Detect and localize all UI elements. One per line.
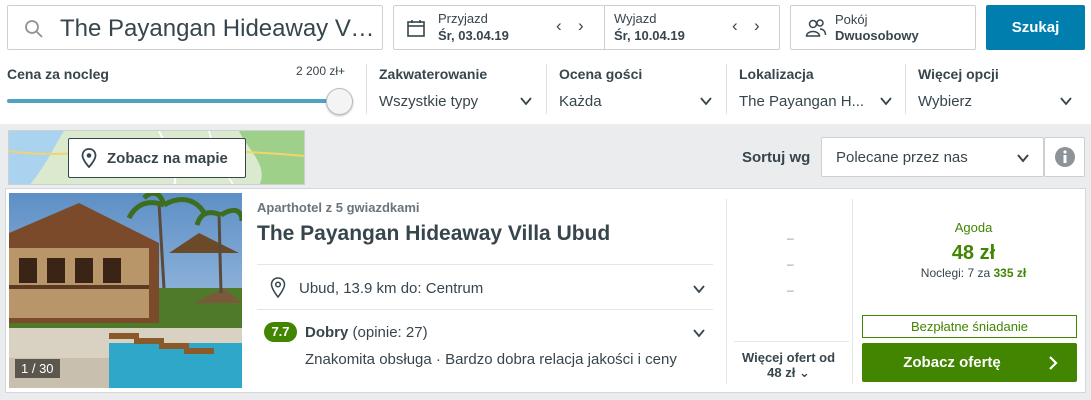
info-icon [1055, 147, 1075, 167]
price-max-label: 2 200 zł+ [296, 64, 346, 78]
sort-label: Sortuj wg [742, 149, 811, 166]
checkin-label: Przyjazd [438, 11, 488, 26]
stay-total-prefix: Noclegi: 7 za [920, 266, 991, 280]
accommodation-type: Aparthotel z 5 gwiazdkami [257, 200, 420, 215]
see-on-map-label: Zobacz na mapie [107, 150, 228, 167]
column-divider [726, 199, 727, 384]
location-pin-icon [270, 277, 286, 298]
filter-header: The Payangan Hideaway Villa Ubud Przyjaz… [0, 0, 1091, 124]
guests-icon [805, 19, 827, 37]
divider [257, 309, 713, 310]
see-offer-label: Zobacz ofertę [903, 354, 1001, 371]
hotel-photo[interactable]: 1 / 30 [9, 193, 242, 388]
price-slider-handle[interactable] [326, 88, 353, 115]
date-picker[interactable]: Przyjazd Śr, 03.04.19 ‹ › Wyjazd Śr, 10.… [393, 5, 780, 50]
more-offers-price: 48 zł [767, 365, 796, 380]
chevron-down-icon: ⌄ [798, 365, 810, 380]
accommodation-filter-value[interactable]: Wszystkie typy [379, 93, 478, 110]
see-on-map-button[interactable]: Zobacz na mapie [68, 138, 246, 178]
sort-value: Polecane przez nas [836, 149, 968, 166]
price-slider-track[interactable] [7, 99, 339, 103]
alt-price: – [787, 283, 794, 297]
room-value: Dwuosobowy [835, 28, 919, 43]
chevron-down-icon[interactable] [519, 94, 533, 108]
filter-divider [905, 64, 906, 114]
divider [734, 341, 849, 342]
see-offer-button[interactable]: Zobacz ofertę [862, 343, 1077, 382]
search-icon [25, 20, 43, 38]
room-label: Pokój [835, 12, 868, 27]
nightly-price[interactable]: 48 zł [862, 242, 1085, 265]
chevron-down-icon[interactable] [692, 326, 706, 340]
provider-name[interactable]: Agoda [862, 220, 1085, 235]
calendar-icon [407, 20, 425, 37]
price-filter-label: Cena za nocleg [7, 66, 109, 82]
destination-search-field[interactable]: The Payangan Hideaway Villa Ubud [7, 5, 383, 50]
checkin-next-icon[interactable]: › [578, 16, 584, 36]
stay-total-price: 335 zł [993, 266, 1027, 280]
location-filter-label: Lokalizacja [739, 66, 814, 82]
column-divider [852, 199, 853, 384]
filter-divider [726, 64, 727, 114]
divider [257, 264, 713, 265]
stay-total: Noclegi: 7 za 335 zł [862, 266, 1085, 280]
more-offers-link[interactable]: Więcej ofert od 48 zł ⌄ [728, 350, 849, 380]
hotel-result-card: 1 / 30 Aparthotel z 5 gwiazdkami The Pay… [5, 188, 1086, 393]
more-filter-label: Więcej opcji [918, 66, 999, 82]
checkout-label: Wyjazd [614, 11, 657, 26]
hotel-location[interactable]: Ubud, 13.9 km do: Centrum [299, 280, 483, 297]
alt-price: – [787, 231, 794, 245]
chevron-right-icon [1049, 356, 1058, 370]
photo-counter: 1 / 30 [15, 359, 60, 378]
review-highlights: Znakomita obsługa · Bardzo dobra relacja… [305, 351, 677, 368]
map-pin-icon [81, 148, 97, 168]
destination-value: The Payangan Hideaway Villa Ubud [60, 15, 378, 42]
location-filter-value[interactable]: The Payangan H... [739, 93, 864, 110]
checkout-prev-icon[interactable]: ‹ [732, 16, 738, 36]
rating-filter-label: Ocena gości [559, 66, 643, 82]
rating-badge: 7.7 [264, 322, 297, 342]
hotel-name[interactable]: The Payangan Hideaway Villa Ubud [257, 222, 610, 246]
chevron-down-icon [1017, 154, 1029, 163]
accommodation-filter-label: Zakwaterowanie [379, 66, 488, 82]
chevron-down-icon[interactable] [1059, 94, 1073, 108]
checkin-value[interactable]: Śr, 03.04.19 [438, 28, 509, 43]
free-breakfast-badge: Bezpłatne śniadanie [862, 315, 1077, 338]
rating-count: (opinie: 27) [352, 324, 428, 341]
sort-info-button[interactable] [1044, 137, 1085, 177]
checkout-next-icon[interactable]: › [754, 16, 760, 36]
rating-summary[interactable]: Dobry (opinie: 27) [305, 324, 428, 341]
checkout-value[interactable]: Śr, 10.04.19 [614, 28, 685, 43]
chevron-down-icon[interactable] [879, 94, 893, 108]
chevron-down-icon[interactable] [692, 282, 706, 296]
more-filter-value[interactable]: Wybierz [918, 93, 972, 110]
room-selector[interactable]: Pokój Dwuosobowy [790, 5, 976, 50]
chevron-down-icon[interactable] [699, 94, 713, 108]
filter-divider [366, 64, 367, 114]
filter-divider [546, 64, 547, 114]
search-button[interactable]: Szukaj [986, 5, 1085, 50]
rating-filter-value[interactable]: Każda [559, 93, 602, 110]
sort-select[interactable]: Polecane przez nas [821, 137, 1044, 177]
rating-word: Dobry [305, 324, 349, 341]
more-offers-label: Więcej ofert od [741, 350, 836, 365]
date-divider [604, 6, 605, 49]
alt-price: – [787, 257, 794, 271]
checkin-prev-icon[interactable]: ‹ [556, 16, 562, 36]
